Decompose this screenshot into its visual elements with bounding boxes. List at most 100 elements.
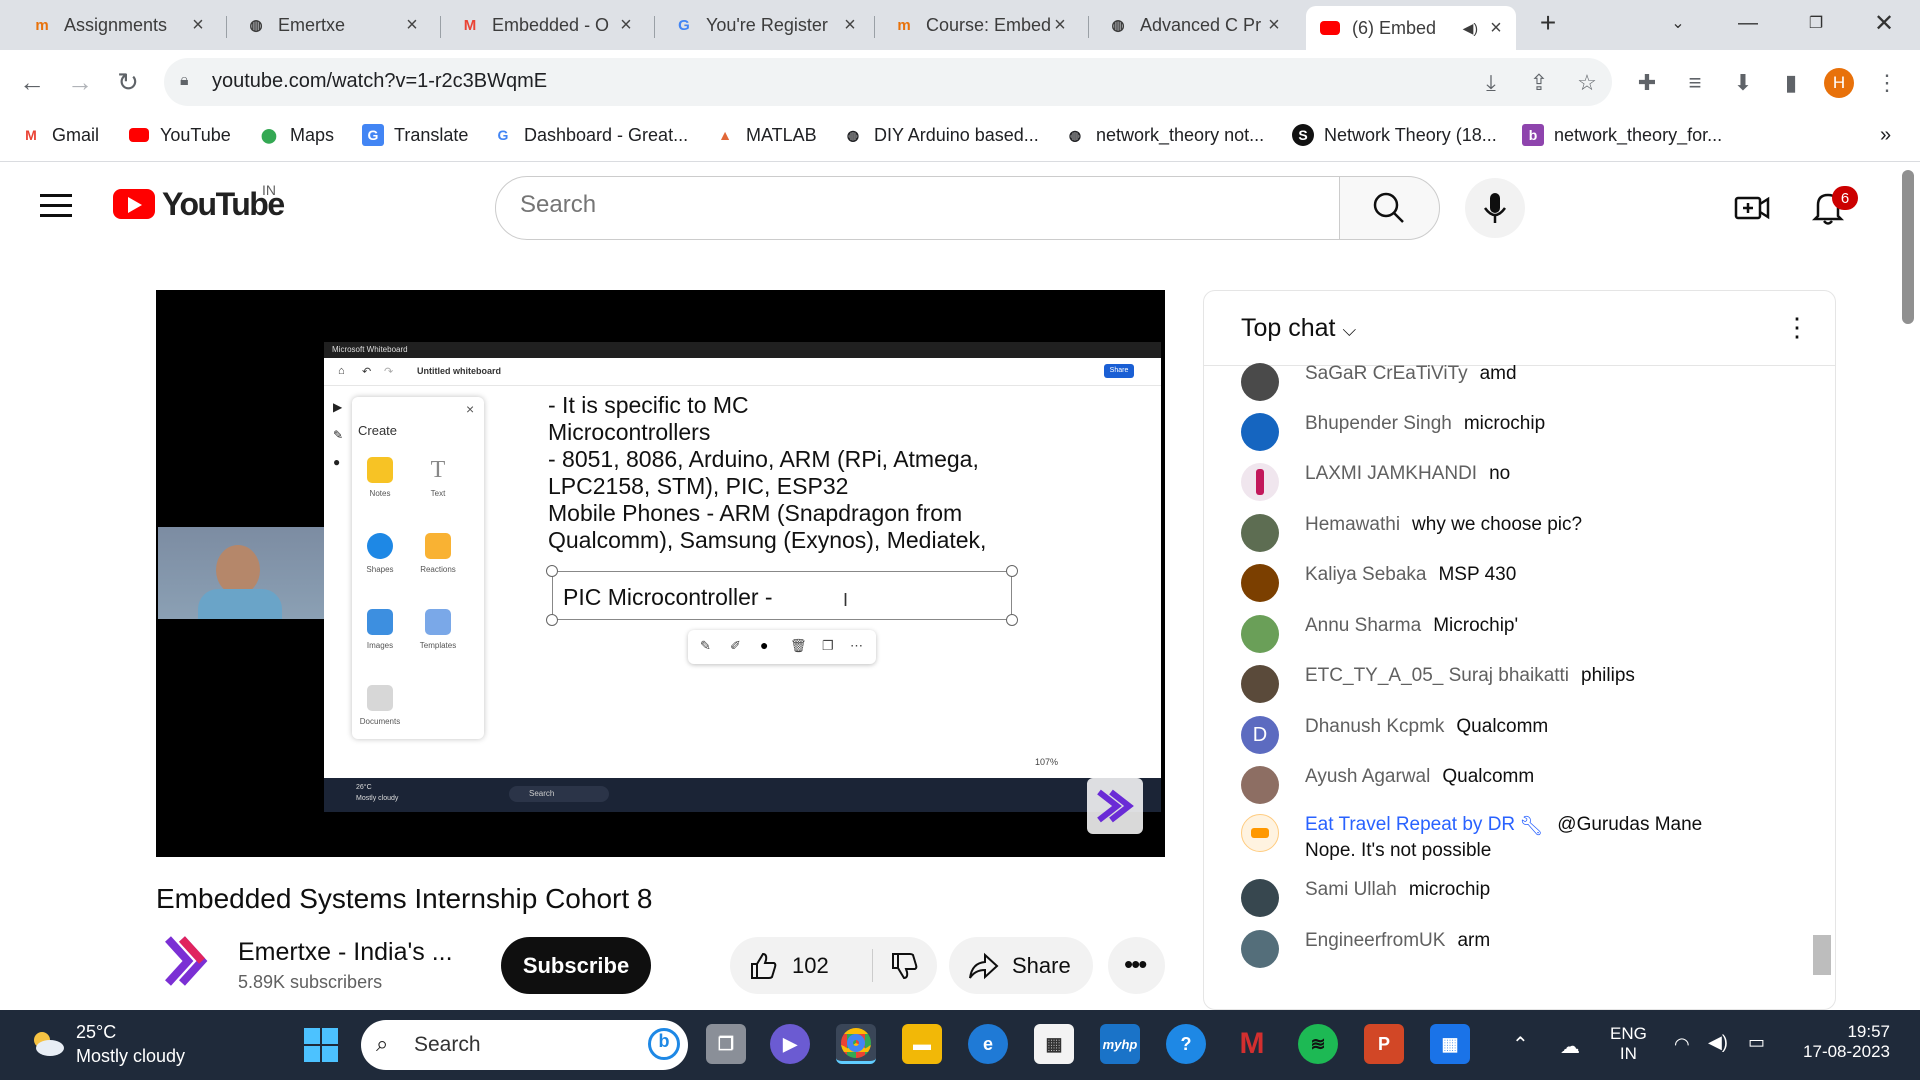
search-icon: ⌕ — [376, 1031, 389, 1056]
tab-registered[interactable]: G You're Register × — [660, 6, 870, 44]
subscriber-count: 5.89K subscribers — [238, 972, 383, 992]
close-tab-icon[interactable]: × — [1264, 14, 1284, 37]
bookmark-maps[interactable]: ⬤ Maps — [258, 122, 334, 148]
weather-desc[interactable]: Mostly cloudy — [76, 1046, 185, 1067]
close-tab-icon[interactable]: × — [402, 14, 422, 37]
close-tab-icon[interactable]: × — [1486, 17, 1506, 40]
gmail-icon: M — [25, 127, 37, 143]
chat-mode-dropdown[interactable]: Top chat ⌵ — [1241, 314, 1356, 343]
battery-icon[interactable]: ▭ — [1748, 1032, 1765, 1053]
wb-pen-icon: ✎ — [333, 428, 344, 442]
more-actions-button[interactable]: ••• — [1108, 937, 1165, 994]
reload-icon[interactable]: ↻ — [110, 64, 146, 100]
weather-cloud-icon[interactable] — [28, 1028, 66, 1058]
windows-start-icon[interactable] — [303, 1027, 339, 1068]
taskbar-search-box[interactable] — [361, 1020, 688, 1070]
search-button[interactable] — [1339, 176, 1440, 240]
share-page-icon[interactable]: ⇪ — [1524, 68, 1554, 98]
side-panel-icon[interactable]: ▮ — [1776, 68, 1806, 98]
like-button[interactable]: 102 — [730, 937, 872, 994]
weather-temp[interactable]: 25°C — [76, 1022, 116, 1043]
powerpoint-icon[interactable]: P — [1364, 1024, 1404, 1064]
new-tab-button[interactable]: + — [1528, 6, 1568, 40]
minimize-button[interactable]: — — [1728, 6, 1768, 40]
tab-assignments[interactable]: m Assignments × — [18, 6, 218, 44]
bookmark-gmail[interactable]: M Gmail — [20, 122, 99, 148]
tab-search-icon[interactable]: ⌄ — [1658, 6, 1698, 40]
bookmark-star-icon[interactable]: ☆ — [1572, 68, 1602, 98]
more-bookmarks-button[interactable]: » — [1880, 122, 1891, 148]
subscribe-button[interactable]: Subscribe — [501, 937, 651, 994]
channel-name[interactable]: Emertxe - India's ... — [238, 938, 453, 967]
chat-scrollbar[interactable] — [1813, 935, 1831, 975]
back-icon[interactable]: ← — [14, 64, 50, 100]
share-button[interactable]: Share — [949, 937, 1093, 994]
speaker-icon[interactable]: ◀) — [1463, 20, 1478, 37]
calendar-icon[interactable]: ▦ — [1430, 1024, 1470, 1064]
thumbs-up-icon — [751, 952, 777, 979]
bookmark-matlab[interactable]: ▲ MATLAB — [714, 122, 817, 148]
forward-icon[interactable]: → — [62, 64, 98, 100]
create-video-icon[interactable] — [1734, 192, 1770, 229]
mcafee-icon[interactable]: M — [1232, 1024, 1272, 1064]
chat-menu-kebab-icon[interactable]: ⋮ — [1784, 312, 1810, 343]
bing-icon[interactable]: b — [648, 1028, 680, 1060]
tab-course[interactable]: m Course: Embed × — [880, 6, 1080, 44]
whiteboard-toolbar: ⌂ ↶ ↷ Untitled whiteboard Share — [324, 358, 1161, 386]
media-control-icon[interactable]: ≡ — [1680, 68, 1710, 98]
chrome-icon[interactable] — [836, 1024, 876, 1064]
hamburger-menu-icon[interactable] — [40, 194, 72, 217]
url-text[interactable]: youtube.com/watch?v=1-r2c3BWqmE — [212, 70, 547, 93]
myhp-icon[interactable]: myhp — [1100, 1024, 1140, 1064]
restore-button[interactable]: ❐ — [1796, 6, 1836, 40]
chevron-up-icon[interactable]: ⌃ — [1512, 1032, 1529, 1057]
scribd-icon: S — [1292, 124, 1314, 146]
close-tab-icon[interactable]: × — [1050, 14, 1070, 37]
file-explorer-icon[interactable]: ▬ — [902, 1024, 942, 1064]
onedrive-cloud-icon[interactable]: ☁ — [1560, 1034, 1580, 1059]
extensions-icon[interactable]: ✚ — [1632, 68, 1662, 98]
ms-store-icon[interactable]: ▦ — [1034, 1024, 1074, 1064]
bookmark-network-theory-for[interactable]: b network_theory_for... — [1522, 122, 1722, 148]
tab-gmail[interactable]: M Embedded - O × — [446, 6, 646, 44]
close-tab-icon[interactable]: × — [616, 14, 636, 37]
bookmark-arduino[interactable]: ◍ DIY Arduino based... — [842, 122, 1039, 148]
chat-message: Bhupender Singh microchip — [1241, 413, 1781, 451]
lock-icon[interactable]: 🔒︎ — [180, 72, 189, 90]
language-indicator[interactable]: ENG IN — [1610, 1024, 1647, 1064]
chat-message: D Dhanush Kcpmk Qualcomm — [1241, 716, 1781, 754]
menu-kebab-icon[interactable]: ⋮ — [1872, 68, 1902, 98]
downloads-icon[interactable]: ⬇ — [1728, 68, 1758, 98]
youtube-icon — [128, 124, 150, 146]
channel-watermark-icon[interactable] — [1087, 778, 1143, 834]
inner-taskbar: 26°C Mostly cloudy Search — [324, 778, 1161, 812]
bookmark-translate[interactable]: G Translate — [362, 122, 468, 148]
bookmark-network-notes[interactable]: ◍ network_theory not... — [1064, 122, 1264, 148]
volume-icon[interactable]: ◀) — [1708, 1032, 1728, 1053]
dislike-button[interactable] — [873, 937, 937, 994]
install-icon[interactable]: ⤓ — [1476, 68, 1506, 98]
tab-youtube-active[interactable]: (6) Embed ◀) × — [1306, 6, 1516, 50]
tab-advanced-c[interactable]: ◍ Advanced C Pr × — [1094, 6, 1294, 44]
tab-emertxe[interactable]: ◍ Emertxe × — [232, 6, 432, 44]
clock[interactable]: 19:57 17-08-2023 — [1790, 1022, 1890, 1062]
teams-meet-icon[interactable]: ▶ — [770, 1024, 810, 1064]
spotify-icon[interactable]: ≋ — [1298, 1024, 1338, 1064]
bookmark-youtube[interactable]: YouTube — [128, 122, 231, 148]
close-tab-icon[interactable]: × — [840, 14, 860, 37]
bookmark-dashboard[interactable]: G Dashboard - Great... — [492, 122, 689, 148]
search-input[interactable] — [520, 191, 1320, 219]
chevron-down-icon: ⌵ — [1342, 320, 1357, 340]
help-icon[interactable]: ? — [1166, 1024, 1206, 1064]
voice-search-button[interactable] — [1465, 178, 1525, 238]
profile-avatar[interactable]: H — [1824, 68, 1854, 98]
channel-avatar[interactable] — [160, 933, 216, 989]
edge-icon[interactable]: e — [968, 1024, 1008, 1064]
close-window-button[interactable]: ✕ — [1864, 6, 1904, 40]
wifi-icon[interactable]: ◠ — [1674, 1034, 1690, 1055]
task-view-icon[interactable]: ❐ — [706, 1024, 746, 1064]
chat-message: EngineerfromUK arm — [1241, 930, 1781, 968]
close-tab-icon[interactable]: × — [188, 14, 208, 37]
bookmark-network-theory[interactable]: S Network Theory (18... — [1292, 122, 1497, 148]
page-scrollbar[interactable] — [1902, 170, 1914, 324]
